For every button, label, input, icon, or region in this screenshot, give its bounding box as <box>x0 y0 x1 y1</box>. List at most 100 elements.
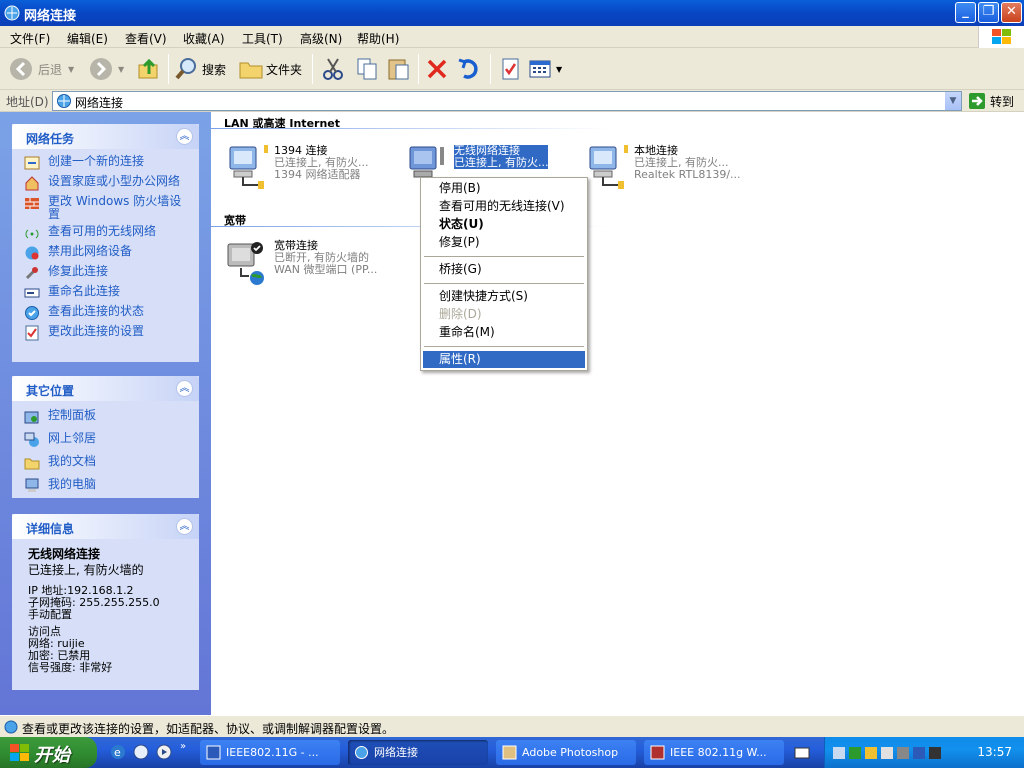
properties-icon <box>502 58 519 80</box>
place-control-panel[interactable]: 控制面板 <box>24 409 189 425</box>
wireless-utility-icon <box>650 745 665 760</box>
left-task-pane: 网络任务 ︽ 创建一个新的连接 设置家庭或小型办公网络 更改 Windows 防… <box>0 112 211 715</box>
status-icon <box>25 306 39 320</box>
task-repair[interactable]: 修复此连接 <box>24 265 189 281</box>
taskbar-button-photoshop[interactable]: Adobe Photoshop <box>496 740 636 765</box>
rename-icon <box>24 288 40 298</box>
network-connections-icon <box>57 94 71 108</box>
collapse-chevron-icon[interactable]: ︽ <box>176 518 193 535</box>
task-home-network[interactable]: 设置家庭或小型办公网络 <box>24 175 189 191</box>
address-label: 地址(D) <box>6 95 49 109</box>
quicklaunch-overflow-icon[interactable]: » <box>180 741 186 752</box>
menu-tools[interactable]: 工具(T) <box>242 30 283 47</box>
close-button[interactable]: ✕ <box>1001 2 1022 23</box>
taskbar: 开始 e » IEEE802.11G - ... 网络连接 Adobe Phot… <box>0 737 1024 768</box>
window-title: 网络连接 <box>24 9 77 24</box>
task-change-settings[interactable]: 更改此连接的设置 <box>24 325 189 341</box>
folders-icon <box>239 62 263 79</box>
menu-help[interactable]: 帮助(H) <box>357 30 399 47</box>
connection-broadband[interactable]: 宽带连接 已断开, 有防火墙的 WAN 微型端口 (PP... <box>224 240 404 288</box>
internet-explorer-icon[interactable]: e <box>110 744 126 760</box>
detail-config: 手动配置 <box>28 608 72 621</box>
copy-button[interactable] <box>354 53 380 85</box>
system-tray: 13:57 <box>824 737 1024 768</box>
paste-icon <box>388 59 409 80</box>
media-player-icon[interactable] <box>156 744 172 760</box>
place-network-neighborhood[interactable]: 网上邻居 <box>24 432 189 448</box>
up-folder-button[interactable] <box>136 53 162 85</box>
back-button[interactable]: 后退 ▼ <box>8 53 74 85</box>
menu-view[interactable]: 查看(V) <box>125 30 167 47</box>
show-desktop-icon[interactable] <box>133 744 149 760</box>
menu-repair[interactable]: 修复(P) <box>423 234 585 251</box>
delete-x-icon <box>427 59 447 79</box>
cut-button[interactable] <box>320 53 346 85</box>
menu-advanced[interactable]: 高级(N) <box>300 30 342 47</box>
menu-delete[interactable]: 删除(D) <box>423 306 585 323</box>
delete-button[interactable] <box>424 53 450 85</box>
menu-bar: 文件(F) 编辑(E) 查看(V) 收藏(A) 工具(T) 高级(N) 帮助(H… <box>0 26 1024 48</box>
search-button[interactable]: 搜索 <box>174 53 226 85</box>
menu-bridge[interactable]: 桥接(G) <box>423 261 585 278</box>
keyboard-icon[interactable] <box>794 746 810 760</box>
network-connection-icon <box>229 145 268 189</box>
detail-name: 无线网络连接 <box>28 547 101 561</box>
menu-edit[interactable]: 编辑(E) <box>67 30 108 47</box>
menu-view-wireless[interactable]: 查看可用的无线连接(V) <box>423 198 585 215</box>
task-disable-device[interactable]: 禁用此网络设备 <box>24 245 189 261</box>
up-folder-icon <box>138 58 158 79</box>
menu-disable[interactable]: 停用(B) <box>423 180 585 197</box>
forward-button[interactable]: ▼ <box>88 53 124 85</box>
context-menu: 停用(B) 查看可用的无线连接(V) 状态(U) 修复(P) 桥接(G) 创建快… <box>420 177 588 371</box>
restore-button[interactable]: ❐ <box>978 2 999 23</box>
place-my-documents[interactable]: 我的文档 <box>24 455 189 471</box>
task-view-wireless[interactable]: 查看可用的无线网络 <box>24 225 189 241</box>
menu-rename[interactable]: 重命名(M) <box>423 324 585 341</box>
taskbar-button-ieee802-11g[interactable]: IEEE802.11G - ... <box>200 740 340 765</box>
task-firewall[interactable]: 更改 Windows 防火墙设置 <box>24 195 189 221</box>
network-connections-icon <box>4 5 20 21</box>
address-dropdown-icon[interactable]: ▼ <box>944 92 961 110</box>
folders-button[interactable]: 文件夹 <box>238 53 302 85</box>
taskbar-button-network-connections[interactable]: 网络连接 <box>348 740 488 765</box>
paste-button[interactable] <box>386 53 412 85</box>
views-icon <box>529 60 551 78</box>
svg-text:e: e <box>114 746 121 759</box>
forward-arrow-icon <box>90 58 112 80</box>
tray-icons[interactable] <box>833 745 943 761</box>
detail-signal: 信号强度: 非常好 <box>28 661 113 674</box>
network-status-icon <box>4 720 18 734</box>
taskbar-button-ieee802-11g-w[interactable]: IEEE 802.11g W... <box>644 740 784 765</box>
undo-icon <box>458 58 478 79</box>
go-button[interactable]: 转到 <box>968 92 1014 110</box>
minimize-button[interactable]: _ <box>955 2 976 23</box>
back-arrow-icon <box>10 58 32 80</box>
views-button[interactable]: ▼ <box>528 53 562 85</box>
connection-1394[interactable]: 1394 连接 已连接上, 有防火... 1394 网络适配器 <box>224 145 404 193</box>
menu-properties[interactable]: 属性(R) <box>423 351 585 368</box>
undo-button[interactable] <box>456 53 482 85</box>
connection-local[interactable]: 本地连接 已连接上, 有防火... Realtek RTL8139/... <box>584 145 764 193</box>
task-rename[interactable]: 重命名此连接 <box>24 285 189 301</box>
home-network-icon <box>25 176 39 191</box>
details-panel: 详细信息 ︽ 无线网络连接 已连接上, 有防火墙的 IP 地址:192.168.… <box>12 514 199 690</box>
address-input[interactable]: 网络连接 ▼ <box>52 91 962 111</box>
clock: 13:57 <box>977 745 1012 759</box>
copy-icon <box>357 58 377 80</box>
collapse-chevron-icon[interactable]: ︽ <box>176 380 193 397</box>
start-button[interactable]: 开始 <box>0 737 97 768</box>
collapse-chevron-icon[interactable]: ︽ <box>176 128 193 145</box>
details-title: 详细信息 <box>26 522 75 536</box>
search-icon <box>175 58 196 80</box>
properties-button[interactable] <box>498 53 524 85</box>
detail-status: 已连接上, 有防火墙的 <box>28 563 144 577</box>
menu-file[interactable]: 文件(F) <box>10 30 50 47</box>
menu-create-shortcut[interactable]: 创建快捷方式(S) <box>423 288 585 305</box>
place-my-computer[interactable]: 我的电脑 <box>24 478 189 494</box>
other-places-panel: 其它位置 ︽ 控制面板 网上邻居 我的文档 我的电脑 <box>12 376 199 498</box>
task-create-connection[interactable]: 创建一个新的连接 <box>24 155 189 171</box>
menu-favorites[interactable]: 收藏(A) <box>183 30 225 47</box>
menu-status[interactable]: 状态(U) <box>423 216 585 233</box>
task-view-status[interactable]: 查看此连接的状态 <box>24 305 189 321</box>
connections-view: LAN 或高速 Internet 1394 连接 已连接上, 有防火... 13… <box>211 112 1024 715</box>
